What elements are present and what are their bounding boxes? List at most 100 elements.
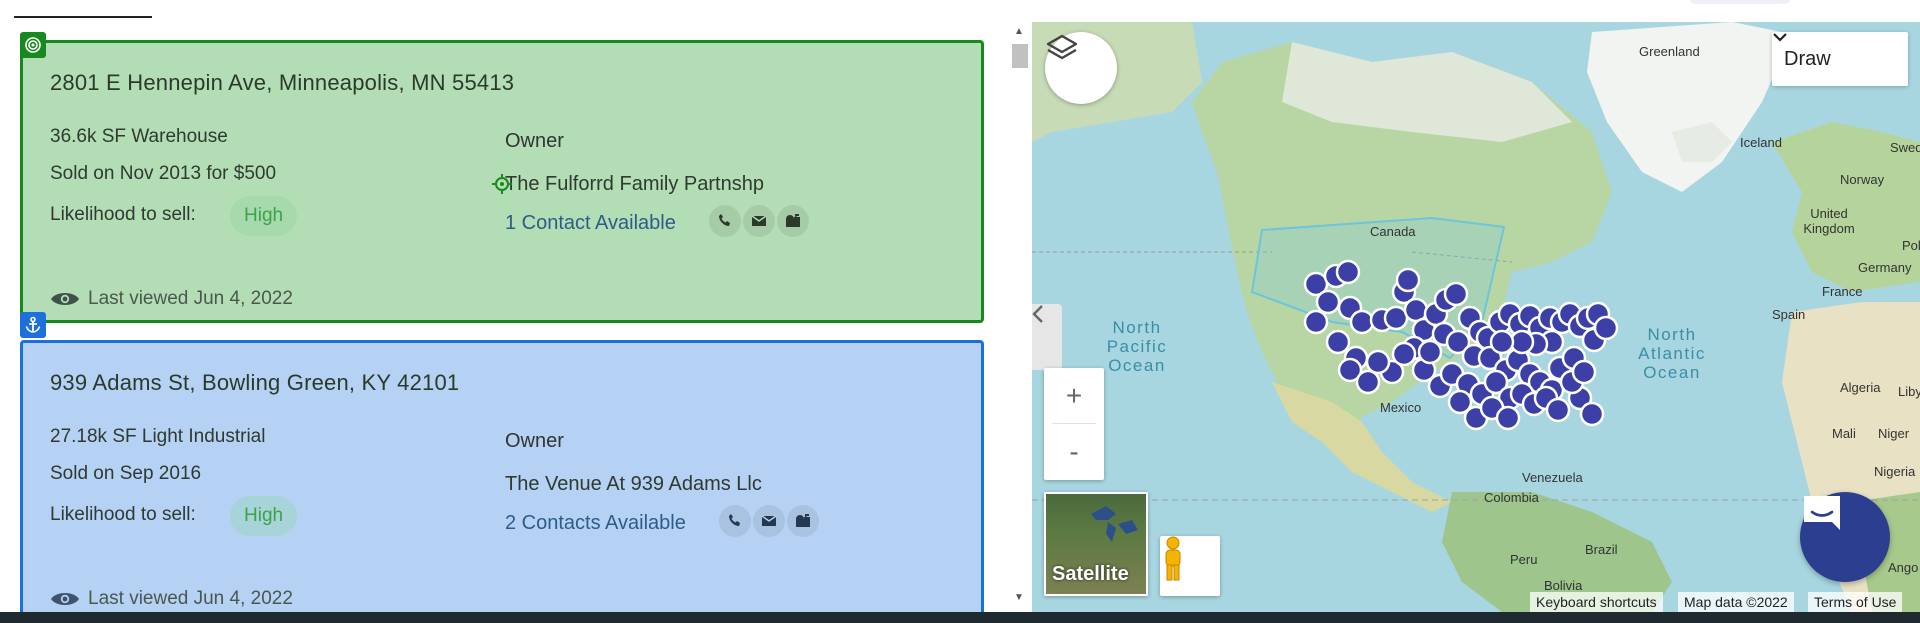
map-view[interactable]: Greenland Iceland Norway Swede United Ki… — [1032, 22, 1920, 612]
terms-of-use-link[interactable]: Terms of Use — [1808, 592, 1903, 612]
likelihood-badge: High — [230, 196, 298, 236]
property-marker[interactable] — [1571, 359, 1597, 385]
property-marker[interactable] — [1315, 289, 1341, 315]
satellite-label: Satellite — [1052, 563, 1129, 585]
map-label-mexico: Mexico — [1380, 400, 1422, 415]
satellite-toggle[interactable]: Satellite — [1044, 492, 1148, 596]
property-marker[interactable] — [1365, 349, 1391, 375]
target-icon — [492, 174, 512, 194]
map-label-greenland: Greenland — [1639, 44, 1700, 59]
map-label-algeria: Algeria — [1840, 380, 1881, 395]
top-bar — [0, 0, 1920, 22]
property-marker[interactable] — [1495, 405, 1521, 431]
property-card[interactable]: 939 Adams St, Bowling Green, KY 42101 27… — [20, 340, 984, 612]
property-marker[interactable] — [1383, 305, 1409, 331]
chat-icon — [1804, 496, 1840, 530]
property-address[interactable]: 2801 E Hennepin Ave, Minneapolis, MN 554… — [50, 70, 514, 96]
email-icon[interactable] — [753, 505, 785, 537]
property-marker[interactable] — [1443, 281, 1469, 307]
property-marker[interactable] — [1325, 329, 1351, 355]
property-marker[interactable] — [1335, 259, 1361, 285]
draw-select-value: Draw — [1784, 47, 1831, 70]
taskbar — [0, 612, 1920, 623]
map-label-colombia: Colombia — [1484, 490, 1539, 505]
map-label-norway: Norway — [1840, 172, 1885, 187]
map-label-iceland: Iceland — [1740, 135, 1782, 150]
likelihood-label: Likelihood to sell: — [50, 204, 196, 225]
owner-name[interactable]: The Fulforrd Family Partnshp — [505, 173, 764, 196]
property-sale-info: Sold on Sep 2016 — [50, 463, 202, 484]
top-right-tab[interactable] — [1690, 0, 1790, 4]
likelihood-badge: High — [230, 496, 298, 536]
likelihood-label: Likelihood to sell: — [50, 504, 196, 525]
property-marker[interactable] — [1545, 397, 1571, 423]
phone-icon[interactable] — [719, 505, 751, 537]
property-marker[interactable] — [1509, 329, 1535, 355]
ocean-label-north-atlantic: North Atlantic Ocean — [1638, 325, 1706, 382]
property-list: 2801 E Hennepin Ave, Minneapolis, MN 554… — [0, 22, 1012, 612]
property-marker[interactable] — [1593, 315, 1619, 341]
layers-button[interactable] — [1045, 32, 1117, 104]
property-sale-info: Sold on Nov 2013 for $500 — [50, 163, 277, 184]
phone-icon[interactable] — [709, 205, 741, 237]
owner-label: Owner — [505, 130, 564, 152]
property-card[interactable]: 2801 E Hennepin Ave, Minneapolis, MN 554… — [20, 40, 984, 323]
contacts-available-link[interactable]: 1 Contact Available — [505, 212, 676, 235]
property-marker[interactable] — [1579, 401, 1605, 427]
last-viewed-text: Last viewed Jun 4, 2022 — [88, 588, 293, 609]
property-marker[interactable] — [1303, 309, 1329, 335]
last-viewed: Last viewed Jun 4, 2022 — [50, 288, 293, 310]
eye-icon — [51, 293, 79, 305]
chat-launcher-button[interactable] — [1800, 492, 1890, 582]
active-tab-underline — [14, 16, 152, 18]
street-view-pegman[interactable] — [1160, 536, 1220, 596]
owner-name[interactable]: The Venue At 939 Adams Llc — [505, 473, 762, 496]
zoom-control: + - — [1044, 368, 1104, 480]
scroll-thumb[interactable] — [1012, 44, 1028, 68]
property-size-type: 36.6k SF Warehouse — [50, 126, 228, 147]
email-icon[interactable] — [743, 205, 775, 237]
scroll-down-icon[interactable]: ▼ — [1014, 592, 1024, 603]
map-label-uk: United Kingdom — [1803, 206, 1855, 236]
map-label-peru: Peru — [1510, 552, 1538, 567]
property-marker[interactable] — [1349, 309, 1375, 335]
owner-label: Owner — [505, 430, 564, 452]
map-label-brazil: Brazil — [1585, 542, 1618, 557]
last-viewed: Last viewed Jun 4, 2022 — [50, 588, 293, 610]
property-marker[interactable] — [1403, 297, 1429, 323]
map-label-libya: Liby — [1898, 384, 1920, 399]
map-label-bolivia: Bolivia — [1544, 578, 1583, 593]
mailbox-icon[interactable] — [787, 505, 819, 537]
satellite-lakes-graphic — [1091, 506, 1138, 542]
chevron-down-icon — [1773, 33, 1787, 42]
map-label-canada: Canada — [1370, 224, 1416, 239]
collapse-panel-button[interactable] — [1032, 304, 1062, 370]
mailbox-icon[interactable] — [777, 205, 809, 237]
property-size-type: 27.18k SF Light Industrial — [50, 426, 266, 447]
map-label-spain: Spain — [1772, 307, 1806, 322]
map-label-venezuela: Venezuela — [1522, 470, 1583, 485]
last-viewed-text: Last viewed Jun 4, 2022 — [88, 288, 293, 309]
map-label-mali: Mali — [1832, 426, 1856, 441]
zoom-out-button[interactable]: - — [1044, 424, 1104, 479]
property-marker[interactable] — [1417, 339, 1443, 365]
property-address[interactable]: 939 Adams St, Bowling Green, KY 42101 — [50, 370, 459, 396]
property-marker[interactable] — [1489, 329, 1515, 355]
scroll-up-icon[interactable]: ▲ — [1014, 26, 1024, 37]
property-marker[interactable] — [1391, 341, 1417, 367]
list-scrollbar[interactable]: ▲ ▼ — [1008, 22, 1030, 612]
keyboard-shortcuts-link[interactable]: Keyboard shortcuts — [1530, 592, 1663, 612]
chevron-left-icon — [1032, 305, 1043, 323]
property-marker[interactable] — [1355, 369, 1381, 395]
target-icon — [20, 32, 46, 58]
anchor-icon — [20, 312, 46, 338]
pegman-icon — [1165, 536, 1181, 581]
map-label-niger: Niger — [1878, 426, 1910, 441]
map-label-poland: Pola — [1902, 238, 1920, 253]
map-label-sweden: Swede — [1890, 140, 1920, 155]
draw-select[interactable]: Draw — [1772, 32, 1908, 86]
zoom-in-button[interactable]: + — [1044, 368, 1104, 423]
property-marker[interactable] — [1395, 267, 1421, 293]
map-data-attribution: Map data ©2022 — [1678, 592, 1794, 612]
contacts-available-link[interactable]: 2 Contacts Available — [505, 512, 686, 535]
